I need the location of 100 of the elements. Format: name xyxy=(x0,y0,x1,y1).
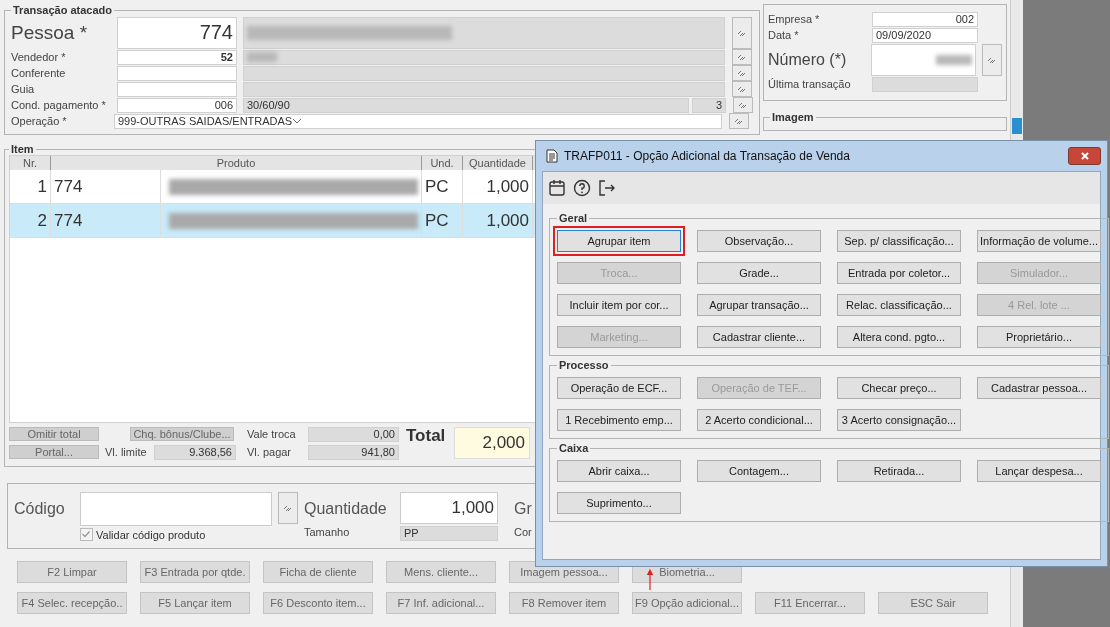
close-button[interactable] xyxy=(1068,147,1101,165)
column-header: Quantidade xyxy=(463,156,533,170)
close-icon xyxy=(1079,151,1090,161)
lookup-icon xyxy=(738,101,748,109)
lookup-button[interactable] xyxy=(733,97,753,113)
company-field[interactable]: 002 xyxy=(872,11,978,27)
bonus-check-button[interactable]: Chq. bônus/Clube... xyxy=(130,427,234,441)
field-label: Número (*) xyxy=(768,50,848,69)
checkbox[interactable] xyxy=(80,528,93,541)
field-label: Cond. pagamento * xyxy=(11,99,107,111)
function-button[interactable]: Ficha de cliente xyxy=(263,561,373,583)
option-button[interactable]: Cadastrar pessoa... xyxy=(977,377,1101,399)
lookup-button[interactable] xyxy=(732,81,752,97)
field-label: Código xyxy=(14,499,66,519)
operation-dropdown[interactable]: 999-OUTRAS SAIDAS/ENTRADAS xyxy=(114,113,722,129)
option-button[interactable]: Contagem... xyxy=(697,460,821,482)
total-label: Total xyxy=(405,426,447,446)
option-button[interactable]: Altera cond. pgto... xyxy=(837,326,961,348)
option-button[interactable]: 3 Acerto consignação... xyxy=(837,409,961,431)
value-field: 941,80 xyxy=(308,444,399,460)
portal-button[interactable]: Portal... xyxy=(9,445,99,459)
field-label: Vale troca xyxy=(246,428,297,440)
table-cell: 1,000 xyxy=(463,170,533,203)
option-button[interactable]: Proprietário... xyxy=(977,326,1101,348)
blurred-text xyxy=(936,54,973,65)
field-label: Operação * xyxy=(11,115,68,127)
lookup-icon xyxy=(987,55,998,64)
quantity-field[interactable]: 1,000 xyxy=(400,492,498,524)
function-button[interactable]: Mens. cliente... xyxy=(386,561,496,583)
field-label: Guia xyxy=(11,83,36,95)
function-button[interactable]: F5 Lançar item xyxy=(140,592,250,614)
option-button[interactable]: Suprimento... xyxy=(557,492,681,514)
code-field[interactable] xyxy=(117,65,237,81)
window-title: TRAFP011 - Opção Adicional da Transação de Venda xyxy=(564,149,851,163)
option-button[interactable]: Operação de ECF... xyxy=(557,377,681,399)
function-button[interactable]: F3 Entrada por qtde. xyxy=(140,561,250,583)
function-button[interactable]: F7 Inf. adicional... xyxy=(386,592,496,614)
table-cell: PC xyxy=(422,204,463,237)
omit-total-button[interactable]: Omitir total xyxy=(9,427,99,441)
option-button[interactable]: 1 Recebimento emp... xyxy=(557,409,681,431)
option-button[interactable]: Entrada por coletor... xyxy=(837,262,961,284)
chevron-down-icon xyxy=(292,118,303,124)
column-header: Nr. xyxy=(10,156,51,170)
column-header: Und. xyxy=(422,156,463,170)
option-button[interactable]: Sep. p/ classificação... xyxy=(837,230,961,252)
field-label: Tamanho xyxy=(304,526,351,538)
code-input[interactable] xyxy=(80,492,272,526)
lookup-button[interactable] xyxy=(732,49,752,65)
exit-icon[interactable] xyxy=(598,179,616,197)
code-field[interactable]: 52 xyxy=(117,49,237,65)
lookup-icon xyxy=(737,85,747,93)
table-cell: PC xyxy=(422,170,463,203)
option-button[interactable]: Grade... xyxy=(697,262,821,284)
field-label: Vl. pagar xyxy=(246,446,293,458)
option-button[interactable]: Abrir caixa... xyxy=(557,460,681,482)
group-title: Processo xyxy=(558,359,610,371)
table-cell: 1,000 xyxy=(463,204,533,237)
option-button[interactable]: Relac. classificação... xyxy=(837,294,961,316)
checkbox-label: Validar código produto xyxy=(96,528,206,541)
option-button[interactable]: Cadastrar cliente... xyxy=(697,326,821,348)
document-icon xyxy=(546,149,558,163)
option-button[interactable]: Agrupar transação... xyxy=(697,294,821,316)
total-field: 2,000 xyxy=(454,427,530,459)
option-button[interactable]: Retirada... xyxy=(837,460,961,482)
field-label: Última transação xyxy=(768,78,852,90)
code-field[interactable]: 006 xyxy=(117,97,237,113)
function-button[interactable]: ESC Sair xyxy=(878,592,988,614)
lookup-icon xyxy=(737,69,747,77)
option-button[interactable]: Lançar despesa... xyxy=(977,460,1101,482)
field-label: Empresa * xyxy=(768,13,821,25)
option-button[interactable]: Informação de volume... xyxy=(977,230,1101,252)
field-label: Data * xyxy=(768,29,800,41)
function-button[interactable]: F9 Opção adicional... xyxy=(632,592,742,614)
field-label: Pessoa * xyxy=(11,21,89,44)
date-field[interactable]: 09/09/2020 xyxy=(872,27,978,43)
lookup-button[interactable] xyxy=(732,65,752,81)
help-icon[interactable] xyxy=(573,179,591,197)
table-cell: 774 xyxy=(51,170,161,203)
table-cell: 1 xyxy=(10,170,51,203)
lookup-button[interactable] xyxy=(729,113,749,129)
field-label: Conferente xyxy=(11,67,67,79)
calendar-icon[interactable] xyxy=(548,179,566,197)
function-button[interactable]: F6 Desconto item... xyxy=(263,592,373,614)
function-button[interactable]: F4 Selec. recepção.. xyxy=(17,592,127,614)
name-field: 30/60/90 xyxy=(243,97,689,113)
blurred-text xyxy=(247,52,277,62)
code-field[interactable]: 774 xyxy=(117,16,237,49)
lookup-icon xyxy=(737,53,747,61)
code-field[interactable] xyxy=(117,81,237,97)
option-button[interactable]: Incluir item por cor... xyxy=(557,294,681,316)
option-button[interactable]: 2 Acerto condicional... xyxy=(697,409,821,431)
field-label: Vendedor * xyxy=(11,51,67,63)
option-button[interactable]: Checar preço... xyxy=(837,377,961,399)
function-button[interactable]: F2 Limpar xyxy=(17,561,127,583)
function-button[interactable]: F11 Encerrar... xyxy=(755,592,865,614)
number-field[interactable] xyxy=(871,43,977,76)
value-field: 0,00 xyxy=(308,426,399,442)
group-title: Geral xyxy=(558,212,589,224)
option-button[interactable]: Observação... xyxy=(697,230,821,252)
function-button[interactable]: F8 Remover item xyxy=(509,592,619,614)
